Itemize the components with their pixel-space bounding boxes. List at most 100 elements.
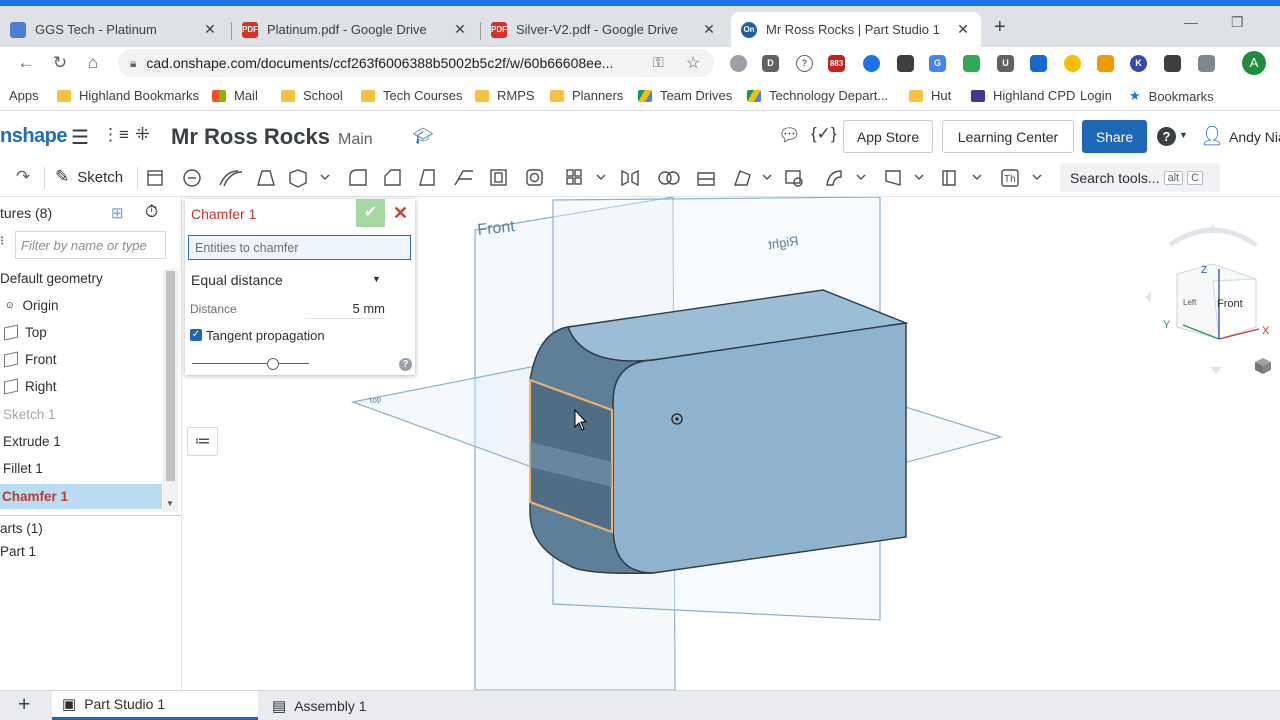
sketch-button[interactable]: ✎ Sketch [55, 167, 123, 187]
app-store-button[interactable]: App Store [843, 120, 933, 153]
back-arrow-icon[interactable]: ← [14, 53, 38, 73]
browser-tab-ggs-tech[interactable]: GGS Tech - Platinum ✕ [0, 12, 228, 47]
slider-track[interactable] [192, 363, 309, 364]
reload-icon[interactable]: ↻ [48, 53, 72, 73]
cancel-x-icon[interactable]: ✕ [393, 203, 408, 224]
browser-tab-platinum-pdf[interactable]: PDF Platinum.pdf - Google Drive ✕ [232, 12, 478, 47]
tree-item-fillet-1[interactable]: Fillet 1 [0, 456, 162, 481]
sweep-icon[interactable] [219, 170, 243, 187]
feature-list-icon[interactable]: ⋮≡ [102, 125, 129, 145]
translate-icon[interactable]: G [929, 55, 946, 72]
chevron-down-icon[interactable] [914, 174, 924, 180]
bookmark-school[interactable]: School [281, 88, 343, 103]
add-folder-icon[interactable]: ⊞ [111, 204, 124, 222]
redo-icon[interactable]: ↷ [16, 167, 30, 187]
close-icon[interactable]: ✕ [452, 21, 468, 38]
feature-list-toggle-icon[interactable]: ≔ [187, 427, 218, 456]
restore-icon[interactable]: ❐ [1231, 14, 1244, 31]
modify-fillet-icon[interactable] [826, 170, 842, 186]
view-cube-menu-icon[interactable] [1255, 358, 1271, 374]
star-icon[interactable]: ☆ [686, 53, 700, 73]
pattern-icon[interactable] [566, 169, 582, 185]
sheet-metal-icon[interactable] [942, 170, 956, 186]
help-icon[interactable]: ? [399, 358, 412, 371]
chevron-down-icon[interactable] [596, 174, 606, 180]
menu-icon[interactable]: ☰ [71, 125, 89, 150]
distance-input[interactable]: 5 mm [305, 300, 385, 319]
bookmark-technology[interactable]: Technology Depart... [747, 88, 888, 103]
learning-center-button[interactable]: Learning Center [942, 120, 1074, 153]
extension-icon[interactable] [863, 55, 880, 72]
part-front-face[interactable] [612, 322, 907, 574]
tangent-propagation-checkbox[interactable]: ✓ [190, 329, 202, 341]
close-icon[interactable]: ✕ [955, 21, 971, 38]
revolve-icon[interactable] [183, 169, 201, 187]
hole-icon[interactable] [526, 169, 543, 186]
variables-icon[interactable]: {✓} [811, 124, 837, 144]
tree-item-top[interactable]: Top [0, 320, 162, 345]
chamfer-type-select[interactable]: Equal distance [191, 272, 283, 288]
extension-icon[interactable] [1030, 55, 1047, 72]
bookmark-login[interactable]: Login [1080, 88, 1112, 103]
help-extension-icon[interactable]: ? [796, 55, 813, 72]
view-cube[interactable]: Front Left X Y Z [1145, 224, 1270, 374]
extension-k-icon[interactable]: K [1130, 55, 1147, 72]
education-icon[interactable]: 🎓︎ [413, 126, 433, 146]
mirror-icon[interactable] [621, 169, 639, 187]
thicken-icon[interactable] [289, 169, 307, 188]
chevron-down-icon[interactable] [762, 174, 772, 180]
workspace-name[interactable]: Main [338, 131, 373, 149]
extension-icon[interactable] [897, 55, 914, 72]
chevron-down-icon[interactable] [1032, 174, 1042, 180]
bookmark-team-drives[interactable]: Team Drives [638, 88, 732, 103]
tree-item-extrude-1[interactable]: Extrude 1 [0, 429, 162, 454]
extension-icon[interactable] [1097, 55, 1114, 72]
onshape-logo[interactable]: nshape [0, 125, 68, 148]
share-button[interactable]: Share [1082, 120, 1147, 153]
rib-icon[interactable] [454, 170, 473, 186]
tree-item-origin[interactable]: ⊙ Origin [0, 293, 162, 318]
browser-tab-onshape[interactable]: On Mr Ross Rocks | Part Studio 1 ✕ [731, 12, 981, 47]
draft-icon[interactable] [419, 169, 435, 186]
tree-item-default-geometry[interactable]: Default geometry [0, 266, 162, 291]
bookmark-highland[interactable]: Highland Bookmarks [57, 88, 199, 103]
chevron-down-icon[interactable] [320, 174, 330, 180]
filter-input[interactable]: Filter by name or type [15, 231, 166, 259]
chevron-down-icon[interactable]: ▼ [372, 274, 381, 284]
view-cube-front[interactable]: Front [1217, 298, 1243, 310]
tab-assembly-1[interactable]: ▤ Assembly 1 [262, 691, 462, 720]
extension-u-icon[interactable]: U [997, 55, 1014, 72]
tab-part-studio-1[interactable]: ▣ Part Studio 1 [52, 691, 258, 720]
features-header[interactable]: tures (8) [0, 205, 52, 221]
home-icon[interactable]: ⌂ [81, 53, 105, 73]
extension-icon[interactable] [963, 55, 980, 72]
bookmark-apps[interactable]: Apps [9, 88, 39, 103]
tree-item-sketch-1[interactable]: Sketch 1 [0, 402, 162, 427]
minimize-icon[interactable]: — [1184, 14, 1198, 30]
bookmark-tech-courses[interactable]: Tech Courses [361, 88, 462, 103]
scrollbar-thumb[interactable] [166, 271, 175, 481]
extension-icon[interactable] [730, 55, 747, 72]
key-icon[interactable]: ⚿ [653, 54, 664, 71]
chevron-down-icon[interactable] [972, 174, 982, 180]
rollback-timer-icon[interactable]: ⏱︎ [145, 202, 158, 222]
add-tab-icon[interactable]: + [18, 693, 30, 717]
search-tools-input[interactable]: Search tools... alt C [1060, 163, 1220, 192]
user-icon[interactable]: 👤︎ [1200, 124, 1224, 148]
close-icon[interactable]: ✕ [202, 21, 218, 38]
profile-avatar[interactable]: A [1242, 51, 1266, 75]
extension-d-icon[interactable]: D [762, 55, 779, 72]
tree-item-front[interactable]: Front [0, 347, 162, 372]
bookmark-mail[interactable]: Mail [212, 88, 258, 103]
extension-icon[interactable] [1164, 55, 1181, 72]
user-name[interactable]: Andy Nia [1229, 129, 1280, 145]
extension-icon[interactable] [1198, 55, 1215, 72]
new-tab-button[interactable]: + [994, 16, 1006, 39]
fillet-icon[interactable] [349, 169, 367, 186]
bookmark-highland-cpd[interactable]: Highland CPD [971, 88, 1075, 103]
chevron-down-icon[interactable] [856, 174, 866, 180]
chevron-down-icon[interactable]: ▼ [1179, 130, 1188, 140]
scroll-down-icon[interactable]: ▼ [166, 499, 174, 508]
part-list-item[interactable]: Part 1 [0, 544, 36, 559]
bookmark-hut[interactable]: Hut [909, 88, 951, 103]
